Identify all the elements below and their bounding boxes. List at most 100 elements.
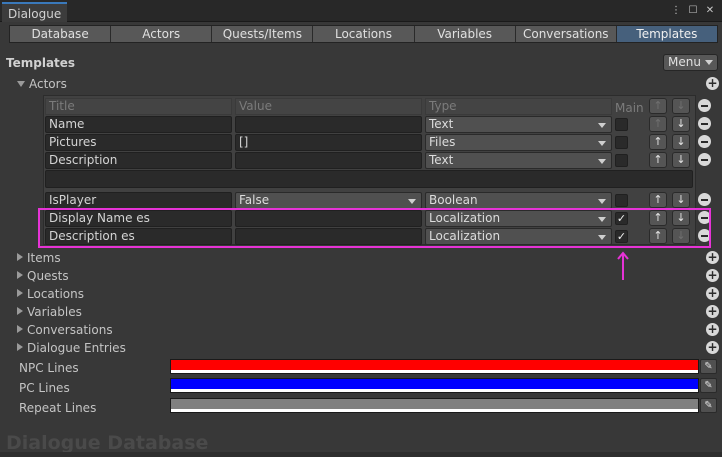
header-main: Main <box>615 101 644 115</box>
field-title-input[interactable]: Name <box>45 116 232 133</box>
eyedropper-icon[interactable]: ✎ <box>700 359 717 374</box>
pc-lines-color-field[interactable] <box>170 378 699 393</box>
foldout-conversations[interactable]: Conversations <box>17 323 113 337</box>
foldout-collapsed-icon <box>17 307 23 315</box>
eyedropper-icon[interactable]: ✎ <box>700 398 717 413</box>
foldout-collapsed-icon <box>17 271 23 279</box>
foldout-expanded-icon <box>17 81 25 87</box>
field-value-label: False <box>239 193 270 207</box>
npc-lines-color-field[interactable] <box>170 359 699 374</box>
move-down-icon[interactable]: ↓ <box>672 116 690 132</box>
field-type-label: Text <box>429 117 454 131</box>
field-title-input[interactable]: IsPlayer <box>45 192 232 209</box>
tab-templates[interactable]: Templates <box>616 26 717 42</box>
field-type-label: Text <box>429 153 454 167</box>
field-value-dropdown[interactable]: False <box>235 192 422 209</box>
add-item-field-icon[interactable]: + <box>706 251 719 264</box>
tab-conversations[interactable]: Conversations <box>515 26 617 42</box>
menu-dropdown[interactable]: Menu <box>663 54 718 71</box>
highlight-box <box>38 208 711 248</box>
remove-field-icon[interactable] <box>698 193 711 206</box>
foldout-label: Actors <box>29 77 67 91</box>
move-up-icon[interactable]: ↑ <box>649 192 667 208</box>
add-location-field-icon[interactable]: + <box>706 287 719 300</box>
foldout-label: Items <box>27 251 61 265</box>
remove-field-icon[interactable] <box>698 117 711 130</box>
foldout-collapsed-icon <box>17 253 23 261</box>
foldout-label: Locations <box>27 287 85 301</box>
add-variable-field-icon[interactable]: + <box>706 305 719 318</box>
tab-locations[interactable]: Locations <box>313 26 415 42</box>
tab-actors[interactable]: Actors <box>111 26 213 42</box>
description-textarea[interactable] <box>45 170 693 188</box>
field-type-dropdown[interactable]: Files <box>425 134 612 151</box>
move-down-icon[interactable]: ↓ <box>672 134 690 150</box>
field-type-dropdown[interactable]: Boolean <box>425 192 612 209</box>
main-checkbox[interactable] <box>615 118 628 131</box>
pc-lines-label: PC Lines <box>19 381 70 395</box>
remove-field-icon <box>698 99 711 112</box>
add-actor-field-icon[interactable]: + <box>706 77 719 90</box>
remove-field-icon[interactable] <box>698 153 711 166</box>
field-value-input[interactable] <box>235 116 422 133</box>
menu-label: Menu <box>668 55 701 69</box>
move-down-icon[interactable]: ↓ <box>672 192 690 208</box>
field-title-input[interactable]: Description <box>45 152 232 169</box>
main-checkbox[interactable] <box>615 194 628 207</box>
add-conversation-field-icon[interactable]: + <box>706 323 719 336</box>
foldout-locations[interactable]: Locations <box>17 287 84 301</box>
header-type: Type <box>425 98 612 115</box>
field-value-input[interactable]: [] <box>235 134 422 151</box>
add-dialogue-entry-field-icon[interactable]: + <box>706 341 719 354</box>
database-footer-title: Dialogue Database <box>6 432 209 454</box>
foldout-label: Dialogue Entries <box>27 341 126 355</box>
chevron-down-icon <box>598 199 606 204</box>
foldout-variables[interactable]: Variables <box>17 305 82 319</box>
field-type-dropdown[interactable]: Text <box>425 152 612 169</box>
header-title: Title <box>45 98 232 115</box>
repeat-lines-label: Repeat Lines <box>19 401 97 415</box>
chevron-down-icon <box>598 123 606 128</box>
field-value-input[interactable] <box>235 152 422 169</box>
field-type-label: Boolean <box>429 193 478 207</box>
tab-quests-items[interactable]: Quests/Items <box>212 26 314 42</box>
foldout-actors[interactable]: Actors <box>17 77 67 91</box>
bottom-strip <box>0 452 722 457</box>
header-value: Value <box>235 98 422 115</box>
window-tab[interactable]: Dialogue <box>2 2 68 22</box>
tab-variables[interactable]: Variables <box>414 26 516 42</box>
maximize-icon[interactable]: ☐ <box>687 4 699 16</box>
window-titlebar: Dialogue ⋮ ☐ ✕ <box>0 0 722 22</box>
foldout-collapsed-icon <box>17 325 23 333</box>
foldout-dialogue-entries[interactable]: Dialogue Entries <box>17 341 126 355</box>
close-icon[interactable]: ✕ <box>704 4 716 16</box>
field-type-label: Files <box>429 135 456 149</box>
foldout-label: Conversations <box>27 323 113 337</box>
annotation-arrow-icon <box>617 251 629 280</box>
database-tabs: Database Actors Quests/Items Locations V… <box>9 25 718 43</box>
npc-lines-label: NPC Lines <box>19 361 79 375</box>
field-type-dropdown[interactable]: Text <box>425 116 612 133</box>
move-up-icon[interactable]: ↑ <box>649 134 667 150</box>
move-up-icon: ↑ <box>649 116 667 132</box>
main-checkbox[interactable] <box>615 136 628 149</box>
move-up-icon: ↑ <box>649 98 667 114</box>
field-title-input[interactable]: Pictures <box>45 134 232 151</box>
move-up-icon[interactable]: ↑ <box>649 152 667 168</box>
foldout-items[interactable]: Items <box>17 251 61 265</box>
more-menu-icon[interactable]: ⋮ <box>670 4 682 16</box>
add-quest-field-icon[interactable]: + <box>706 269 719 282</box>
foldout-label: Variables <box>27 305 82 319</box>
remove-field-icon[interactable] <box>698 135 711 148</box>
chevron-down-icon <box>598 141 606 146</box>
section-title: Templates <box>6 56 76 70</box>
main-checkbox[interactable] <box>615 154 628 167</box>
chevron-down-icon <box>705 60 713 65</box>
move-down-icon[interactable]: ↓ <box>672 152 690 168</box>
move-down-icon: ↓ <box>672 98 690 114</box>
foldout-quests[interactable]: Quests <box>17 269 69 283</box>
tab-database[interactable]: Database <box>10 26 112 42</box>
repeat-lines-color-field[interactable] <box>170 398 699 413</box>
eyedropper-icon[interactable]: ✎ <box>700 378 717 393</box>
foldout-collapsed-icon <box>17 289 23 297</box>
